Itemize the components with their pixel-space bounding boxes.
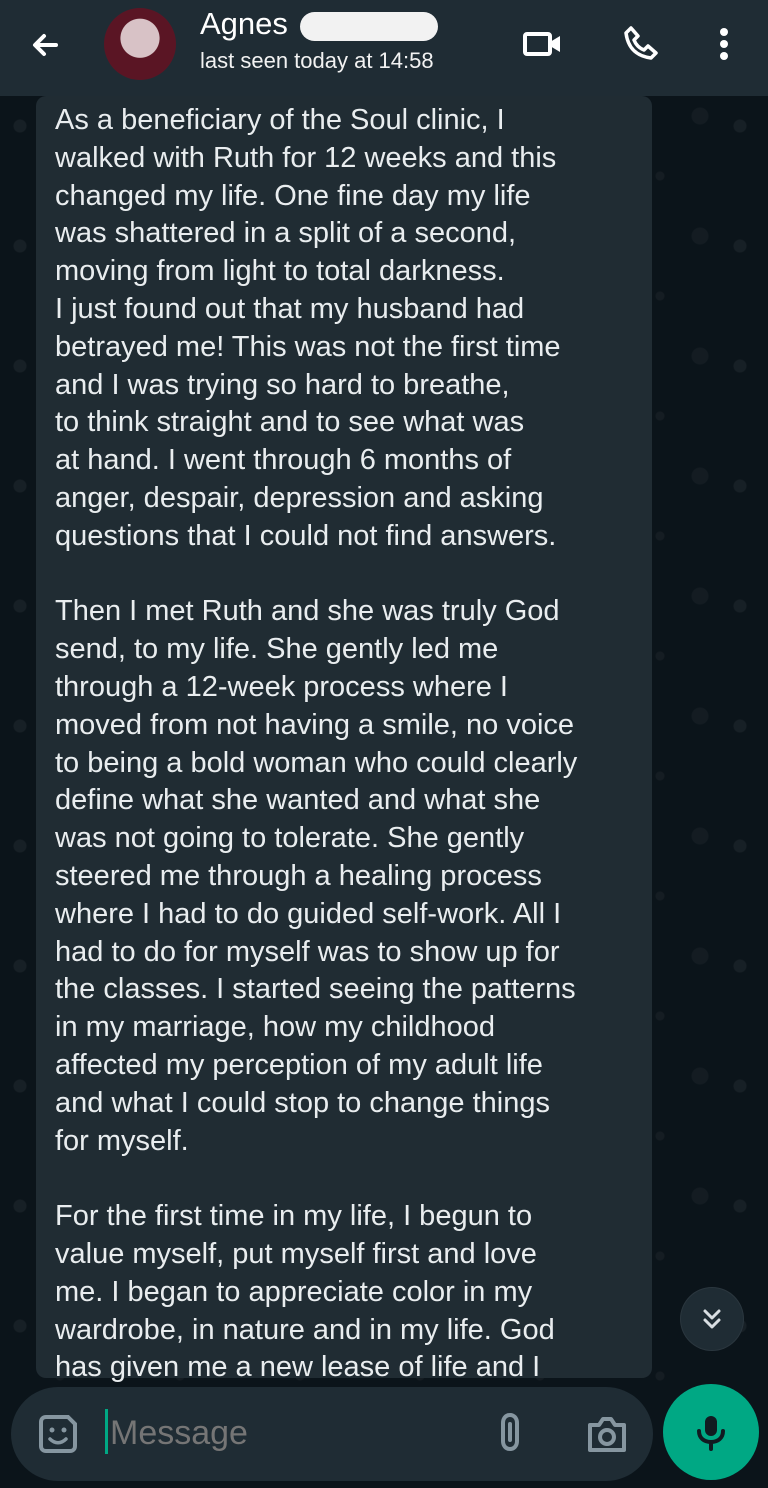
emoji-icon[interactable]	[36, 1412, 80, 1456]
chat-header: Agnes last seen today at 14:58	[0, 0, 768, 96]
arrow-left-icon[interactable]	[26, 26, 66, 66]
phone-icon[interactable]	[618, 22, 662, 66]
microphone-icon	[689, 1410, 733, 1454]
more-vert-icon[interactable]	[702, 22, 746, 66]
contact-name[interactable]: Agnes	[200, 6, 288, 42]
redacted-surname	[300, 12, 438, 41]
video-call-icon[interactable]	[520, 22, 564, 66]
double-chevron-down-icon	[696, 1303, 728, 1335]
paperclip-icon[interactable]	[491, 1411, 529, 1457]
message-input[interactable]	[108, 1408, 472, 1458]
scroll-to-bottom-button[interactable]	[680, 1287, 744, 1351]
last-seen-status: last seen today at 14:58	[200, 48, 434, 73]
camera-icon[interactable]	[585, 1413, 629, 1455]
contact-title[interactable]: Agnes	[200, 6, 288, 42]
voice-message-button[interactable]	[663, 1384, 759, 1480]
contact-avatar[interactable]	[104, 8, 176, 80]
message-text: As a beneficiary of the Soul clinic, I w…	[55, 104, 578, 1384]
